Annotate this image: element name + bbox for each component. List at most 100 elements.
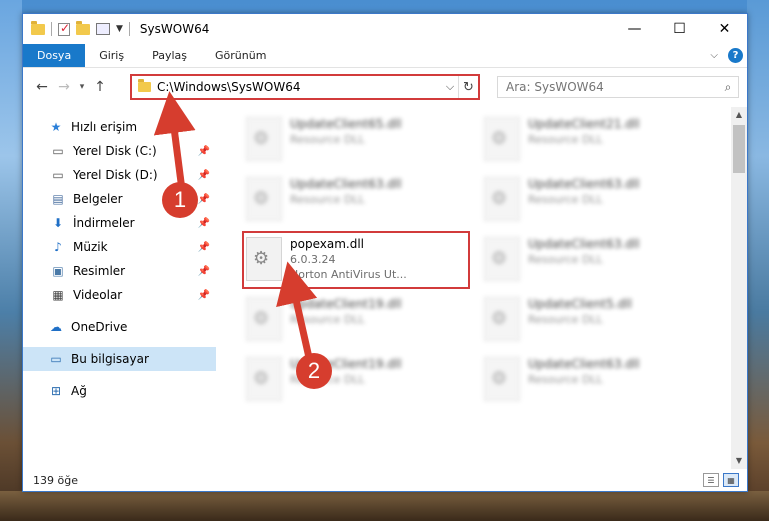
forward-button[interactable]: → — [53, 79, 75, 95]
up-button[interactable]: ↑ — [89, 79, 111, 95]
search-icon[interactable]: ⌕ — [718, 80, 738, 95]
explorer-body: ★ Hızlı erişim ▭ Yerel Disk (C:) 📌 ▭ Yer… — [23, 107, 747, 469]
file-type: Resource DLL — [528, 253, 603, 266]
title-bar: ▼ SysWOW64 — ☐ ✕ — [23, 14, 747, 44]
vertical-scrollbar[interactable]: ▲ ▼ — [731, 107, 747, 469]
tab-share[interactable]: Paylaş — [138, 44, 201, 67]
sidebar-item-pictures[interactable]: ▣ Resimler 📌 — [23, 259, 216, 283]
details-view-icon[interactable]: ☰ — [703, 473, 719, 487]
file-type: Resource DLL — [528, 133, 603, 146]
refresh-button[interactable]: ↻ — [458, 76, 478, 98]
file-type: Resource DLL — [290, 133, 365, 146]
close-button[interactable]: ✕ — [702, 14, 747, 44]
view-switcher: ☰ ▦ — [703, 473, 739, 487]
address-path[interactable]: C:\Windows\SysWOW64 — [157, 80, 442, 94]
search-box[interactable]: ⌕ — [497, 76, 739, 98]
rename-icon[interactable] — [96, 23, 110, 35]
back-button[interactable]: ← — [31, 79, 53, 95]
list-item[interactable]: UpdateClient63.dll Resource DLL — [240, 171, 465, 226]
file-name: UpdateClient5.dll — [528, 297, 632, 311]
desktop-background-left — [0, 0, 22, 521]
maximize-button[interactable]: ☐ — [657, 14, 702, 44]
file-list: UpdateClient65.dll Resource DLL UpdateCl… — [216, 107, 747, 469]
minimize-button[interactable]: — — [612, 14, 657, 44]
sidebar-item-label: Yerel Disk (C:) — [73, 144, 157, 158]
sidebar-item-label: Müzik — [73, 240, 108, 254]
file-name: UpdateClient63.dll — [528, 237, 640, 251]
recent-locations-button[interactable]: ▾ — [75, 82, 89, 92]
sidebar-item-videos[interactable]: ▦ Videolar 📌 — [23, 283, 216, 307]
dll-file-icon — [484, 297, 520, 341]
search-input[interactable] — [506, 80, 718, 94]
dll-file-icon — [246, 357, 282, 401]
list-item[interactable]: UpdateClient65.dll Resource DLL — [240, 111, 465, 166]
list-item[interactable]: UpdateClient5.dll Resource DLL — [478, 291, 703, 346]
explorer-window: ▼ SysWOW64 — ☐ ✕ Dosya Giriş Paylaş Görü… — [22, 13, 748, 492]
list-item[interactable]: UpdateClient63.dll Resource DLL — [478, 231, 703, 286]
tiles-view-icon[interactable]: ▦ — [723, 473, 739, 487]
expand-ribbon-icon[interactable]: ⌵ — [710, 50, 718, 61]
chevron-down-icon[interactable]: ▼ — [116, 24, 123, 34]
file-name: UpdateClient19.dll — [290, 297, 402, 311]
list-item[interactable]: UpdateClient19.dll Resource DLL — [240, 291, 465, 346]
dll-file-icon — [246, 297, 282, 341]
sidebar-item-onedrive[interactable]: ☁ OneDrive — [23, 315, 216, 339]
desktop-background-right — [747, 0, 769, 521]
cloud-icon: ☁ — [50, 320, 62, 334]
toolbar-separator — [51, 22, 52, 36]
dll-file-icon — [484, 237, 520, 281]
drive-icon: ▭ — [52, 168, 64, 182]
address-bar[interactable]: C:\Windows\SysWOW64 ⌵ ↻ — [130, 74, 480, 100]
scroll-thumb[interactable] — [733, 125, 745, 173]
folder-icon — [31, 20, 45, 35]
tab-view[interactable]: Görünüm — [201, 44, 280, 67]
navigation-bar: ← → ▾ ↑ C:\Windows\SysWOW64 ⌵ ↻ ⌕ — [23, 68, 747, 106]
window-controls: — ☐ ✕ — [612, 14, 747, 44]
tab-home[interactable]: Giriş — [85, 44, 138, 67]
step-2-badge: 2 — [296, 353, 332, 389]
computer-icon: ▭ — [50, 352, 62, 366]
sidebar-item-label: Ağ — [71, 384, 87, 398]
sidebar-item-label: Hızlı erişim — [71, 120, 138, 134]
sidebar-item-music[interactable]: ♪ Müzik 📌 — [23, 235, 216, 259]
navigation-pane: ★ Hızlı erişim ▭ Yerel Disk (C:) 📌 ▭ Yer… — [23, 107, 216, 469]
tab-file[interactable]: Dosya — [23, 44, 86, 67]
sidebar-item-network[interactable]: ⊞ Ağ — [23, 379, 216, 403]
sidebar-item-drive-c[interactable]: ▭ Yerel Disk (C:) 📌 — [23, 139, 216, 163]
sidebar-item-label: Resimler — [73, 264, 126, 278]
sidebar-item-quick-access[interactable]: ★ Hızlı erişim — [23, 115, 216, 139]
help-icon[interactable]: ? — [728, 48, 743, 63]
file-type: Resource DLL — [290, 193, 365, 206]
step-1-badge: 1 — [162, 182, 198, 218]
highlight-popexam — [242, 231, 470, 289]
list-item[interactable]: UpdateClient63.dll Resource DLL — [478, 351, 703, 406]
dll-file-icon — [484, 357, 520, 401]
sidebar-item-this-pc[interactable]: ▭ Bu bilgisayar — [23, 347, 216, 371]
address-dropdown-icon[interactable]: ⌵ — [442, 80, 458, 94]
list-item[interactable]: UpdateClient63.dll Resource DLL — [478, 171, 703, 226]
dll-file-icon — [246, 117, 282, 161]
downloads-icon: ⬇ — [52, 216, 64, 230]
item-count: 139 öğe — [33, 473, 78, 487]
sidebar-item-label: OneDrive — [71, 320, 128, 334]
file-type: Resource DLL — [528, 373, 603, 386]
folder-icon — [138, 79, 151, 92]
file-type: Resource DLL — [290, 313, 365, 326]
dll-file-icon — [246, 177, 282, 221]
new-folder-icon[interactable] — [76, 20, 90, 35]
scroll-up-button[interactable]: ▲ — [731, 107, 747, 123]
music-icon: ♪ — [54, 240, 62, 254]
properties-check-icon[interactable] — [58, 21, 70, 36]
scroll-down-button[interactable]: ▼ — [731, 453, 747, 469]
ribbon-tabs: Dosya Giriş Paylaş Görünüm ⌵ ? — [23, 44, 747, 68]
list-item[interactable]: UpdateClient21.dll Resource DLL — [478, 111, 703, 166]
drive-icon: ▭ — [52, 144, 64, 158]
sidebar-item-label: Bu bilgisayar — [71, 352, 149, 366]
file-type: Resource DLL — [528, 193, 603, 206]
dll-file-icon — [484, 117, 520, 161]
list-item[interactable]: UpdateClient19.dll Resource DLL — [240, 351, 465, 406]
sidebar-item-label: Videolar — [73, 288, 123, 302]
pin-icon: 📌 — [197, 193, 210, 205]
